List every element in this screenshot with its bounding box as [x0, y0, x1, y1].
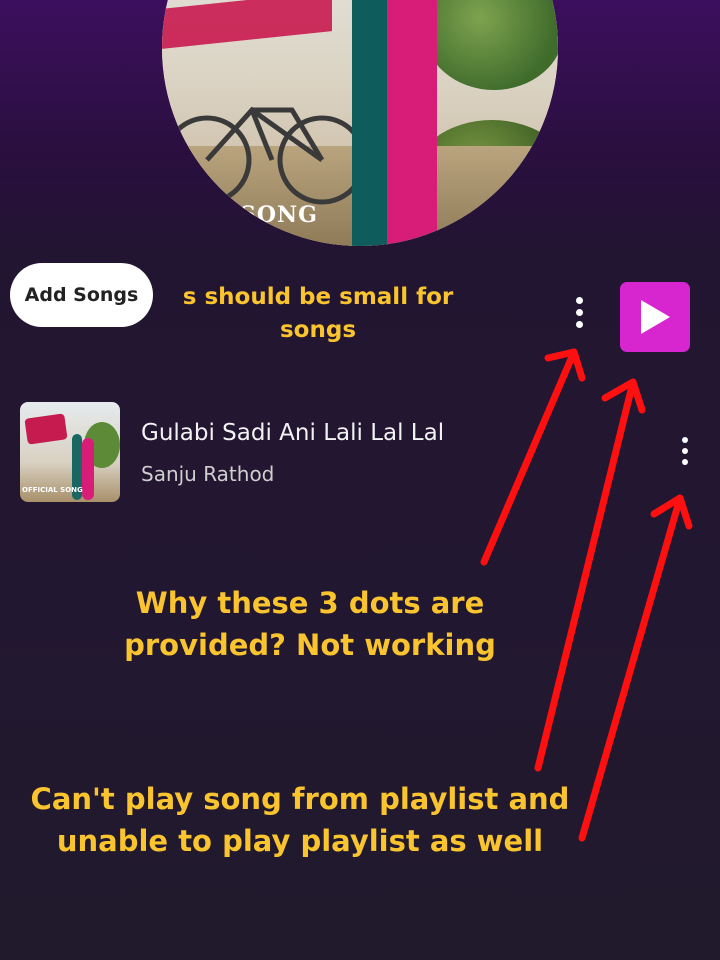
song-thumbnail: OFFICIAL SONG — [20, 402, 120, 502]
cover-song-label: SONG — [240, 202, 318, 228]
song-more-vertical-icon[interactable] — [678, 437, 692, 465]
play-playlist-button[interactable] — [620, 282, 690, 352]
thumb-label: OFFICIAL SONG — [22, 486, 83, 494]
playlist-cover-art: SONG — [162, 0, 558, 246]
play-icon — [641, 300, 670, 334]
annotation-three-dots: Why these 3 dots are provided? Not worki… — [124, 586, 496, 663]
annotation-cant-play: Can't play song from playlist and unable… — [30, 782, 570, 859]
list-item[interactable]: OFFICIAL SONG Gulabi Sadi Ani Lali Lal L… — [20, 402, 660, 502]
song-artist: Sanju Rathod — [141, 462, 275, 486]
more-vertical-icon[interactable] — [572, 297, 586, 328]
add-songs-button[interactable]: Add Songs — [10, 263, 153, 327]
arrow-to-song-dots — [578, 494, 684, 842]
annotation-small-for-songs: s should be small for songs — [182, 284, 454, 344]
song-title: Gulabi Sadi Ani Lali Lal Lal — [141, 420, 445, 446]
bicycle-illustration — [162, 106, 362, 205]
